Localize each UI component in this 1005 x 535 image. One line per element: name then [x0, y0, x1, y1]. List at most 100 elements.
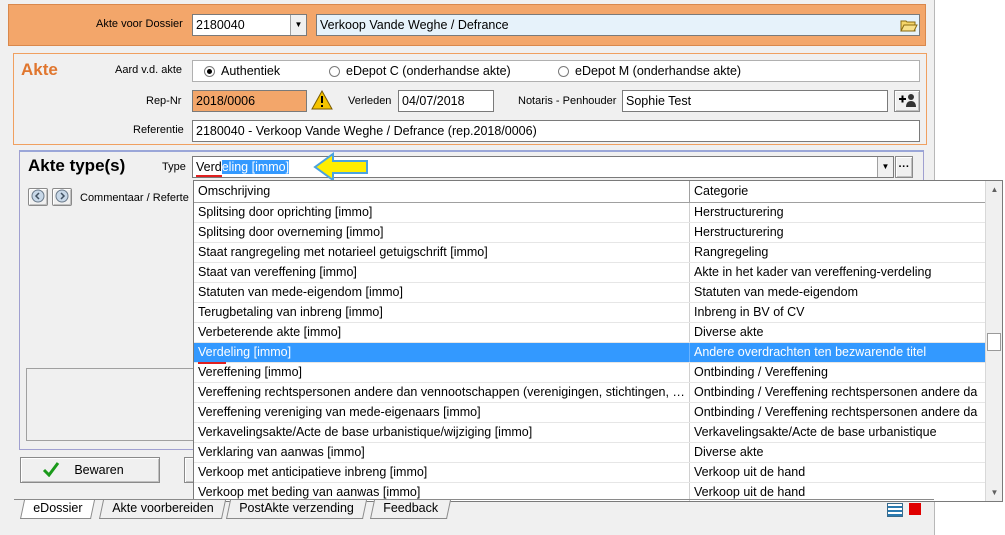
table-row[interactable]: Vereffening rechtspersonen andere dan ve… [194, 383, 986, 403]
notaris-value: Sophie Test [626, 94, 692, 108]
tab-edossier-label: eDossier [33, 501, 83, 515]
table-row[interactable]: Verbeterende akte [immo] Diverse akte [194, 323, 986, 343]
save-button[interactable]: Bewaren [20, 457, 160, 483]
radio-label-authentiek: Authentiek [221, 64, 281, 78]
add-person-icon [897, 92, 917, 111]
cell-omschrijving: Splitsing door overneming [immo] [194, 223, 690, 242]
radio-label-edepot-m: eDepot M (onderhandse akte) [575, 64, 742, 78]
table-row[interactable]: Verkavelingsakte/Acte de base urbanistiq… [194, 423, 986, 443]
dossier-number-combo[interactable]: 2180040 ▼ [192, 14, 307, 36]
cell-categorie: Herstructurering [694, 225, 784, 239]
referentie-value: 2180040 - Verkoop Vande Weghe / Defrance… [196, 124, 537, 138]
verleden-field[interactable]: 04/07/2018 [398, 90, 494, 112]
table-row[interactable]: Splitsing door overneming [immo] Herstruc… [194, 223, 986, 243]
cell-omschrijving: Vereffening [immo] [194, 363, 690, 382]
table-row[interactable]: Splitsing door oprichting [immo] Herstruc… [194, 203, 986, 223]
cell-categorie: Ontbinding / Vereffening [694, 365, 828, 379]
notaris-field[interactable]: Sophie Test [622, 90, 888, 112]
table-row[interactable]: Staat rangregeling met notarieel getuigs… [194, 243, 986, 263]
cell-omschrijving: Verkavelingsakte/Acte de base urbanistiq… [194, 423, 690, 442]
tab-akte-voorbereiden-label: Akte voorbereiden [112, 501, 214, 515]
table-row[interactable]: Verkoop met anticipatieve inbreng [immo]… [194, 463, 986, 483]
table-row[interactable]: Terugbetaling van inbreng [immo] Inbreng … [194, 303, 986, 323]
verleden-label: Verleden [348, 95, 392, 107]
radio-dot-unchecked [558, 65, 569, 77]
table-row[interactable]: Verklaring van aanwas [immo] Diverse akte [194, 443, 986, 463]
radio-edepot-c[interactable]: eDepot C (onderhandse akte) [329, 64, 511, 78]
save-button-label: Bewaren [74, 463, 124, 477]
nav-next-button[interactable] [52, 188, 72, 206]
list-view-icon[interactable] [887, 503, 903, 517]
stop-icon[interactable] [909, 503, 921, 515]
table-row[interactable]: Staat van vereffening [immo] Akte in het … [194, 263, 986, 283]
tab-postakte-verzending[interactable]: PostAkte verzending [225, 500, 367, 519]
tab-feedback-label: Feedback [383, 501, 439, 515]
cell-omschrijving: Verdeling [immo] [194, 343, 690, 362]
table-row[interactable]: Vereffening vereniging van mede-eigenaar… [194, 403, 986, 423]
cell-omschrijving: Verklaring van aanwas [immo] [194, 443, 690, 462]
repnr-field[interactable]: 2018/0006 [192, 90, 307, 112]
tab-akte-voorbereiden[interactable]: Akte voorbereiden [98, 500, 227, 519]
cell-omschrijving: Statuten van mede-eigendom [immo] [194, 283, 690, 302]
referentie-field[interactable]: 2180040 - Verkoop Vande Weghe / Defrance… [192, 120, 920, 142]
add-person-button[interactable] [894, 90, 920, 112]
scroll-thumb[interactable] [987, 333, 1001, 351]
selected-spell-underline [198, 362, 226, 364]
repnr-value: 2018/0006 [196, 94, 256, 108]
checkmark-icon [42, 461, 60, 480]
scroll-up-icon[interactable]: ▲ [986, 181, 1002, 198]
cell-categorie: Diverse akte [694, 445, 764, 459]
type-dropdown-list[interactable]: Omschrijving Categorie Splitsing door op… [193, 180, 1003, 502]
circle-arrow-left-icon [31, 189, 45, 206]
chevron-down-icon[interactable]: ▼ [290, 15, 306, 35]
ellipsis-button[interactable]: ··· [895, 156, 913, 178]
nav-prev-button[interactable] [28, 188, 48, 206]
tab-edossier[interactable]: eDossier [19, 500, 96, 519]
cell-categorie: Akte in het kader van vereffening-verdel… [694, 265, 932, 279]
chevron-down-icon[interactable]: ▼ [877, 157, 893, 177]
tab-postakte-verzending-label: PostAkte verzending [239, 501, 354, 515]
cell-categorie: Herstructurering [694, 205, 784, 219]
radio-edepot-m[interactable]: eDepot M (onderhandse akte) [558, 64, 741, 78]
akte-types-title: Akte type(s) [28, 156, 126, 175]
type-label: Type [162, 161, 186, 173]
cell-omschrijving: Vereffening rechtspersonen andere dan ve… [194, 383, 690, 402]
cell-categorie: Andere overdrachten ten bezwarende titel [694, 345, 927, 359]
cell-categorie: Verkoop uit de hand [694, 465, 806, 479]
aard-radio-group [192, 60, 920, 82]
radio-authentiek[interactable]: Authentiek [204, 64, 280, 78]
referentie-label: Referentie [133, 124, 184, 136]
aard-label: Aard v.d. akte [115, 64, 183, 76]
cell-omschrijving: Staat rangregeling met notarieel getuigs… [194, 243, 690, 262]
cell-omschrijving: Terugbetaling van inbreng [immo] [194, 303, 690, 322]
list-rows: Splitsing door oprichting [immo] Herstruc… [194, 203, 986, 501]
dossier-label: Akte voor Dossier [96, 18, 183, 30]
header-omschrijving[interactable]: Omschrijving [194, 181, 690, 203]
table-row[interactable]: Vereffening [immo] Ontbinding / Vereffeni… [194, 363, 986, 383]
akte-title: Akte [21, 60, 58, 79]
type-combo-input[interactable]: Verdeling [immo] ▼ [192, 156, 894, 178]
cell-omschrijving: Verkoop met anticipatieve inbreng [immo] [194, 463, 690, 482]
table-row[interactable]: Verdeling [immo] Andere overdrachten ten … [194, 343, 986, 363]
cell-categorie: Ontbinding / Vereffening rechtspersonen … [694, 405, 978, 419]
commentaar-area[interactable] [26, 368, 194, 441]
notaris-label: Notaris - Penhouder [518, 95, 617, 107]
radio-dot-unchecked [329, 65, 340, 77]
cell-categorie: Verkavelingsakte/Acte de base urbanistiq… [694, 425, 937, 439]
dossier-name-field[interactable]: Verkoop Vande Weghe / Defrance [316, 14, 920, 36]
dossier-number-value: 2180040 [196, 18, 245, 32]
radio-label-edepot-c: eDepot C (onderhandse akte) [346, 64, 511, 78]
ellipsis-icon: ··· [898, 161, 910, 173]
dossier-name-value: Verkoop Vande Weghe / Defrance [320, 18, 509, 32]
tab-feedback[interactable]: Feedback [369, 500, 451, 519]
table-row[interactable]: Statuten van mede-eigendom [immo] Statute… [194, 283, 986, 303]
folder-open-icon[interactable] [899, 16, 919, 34]
list-scrollbar[interactable]: ▲ ▼ [985, 181, 1002, 501]
header-categorie[interactable]: Categorie [690, 181, 986, 203]
type-typed-text: Verd [196, 160, 222, 174]
scroll-down-icon[interactable]: ▼ [986, 484, 1002, 501]
commentaar-label: Commentaar / Referte [80, 192, 189, 204]
cell-categorie: Inbreng in BV of CV [694, 305, 805, 319]
verleden-value: 04/07/2018 [402, 94, 465, 108]
type-autocomplete-selection: eling [immo] [221, 160, 290, 174]
